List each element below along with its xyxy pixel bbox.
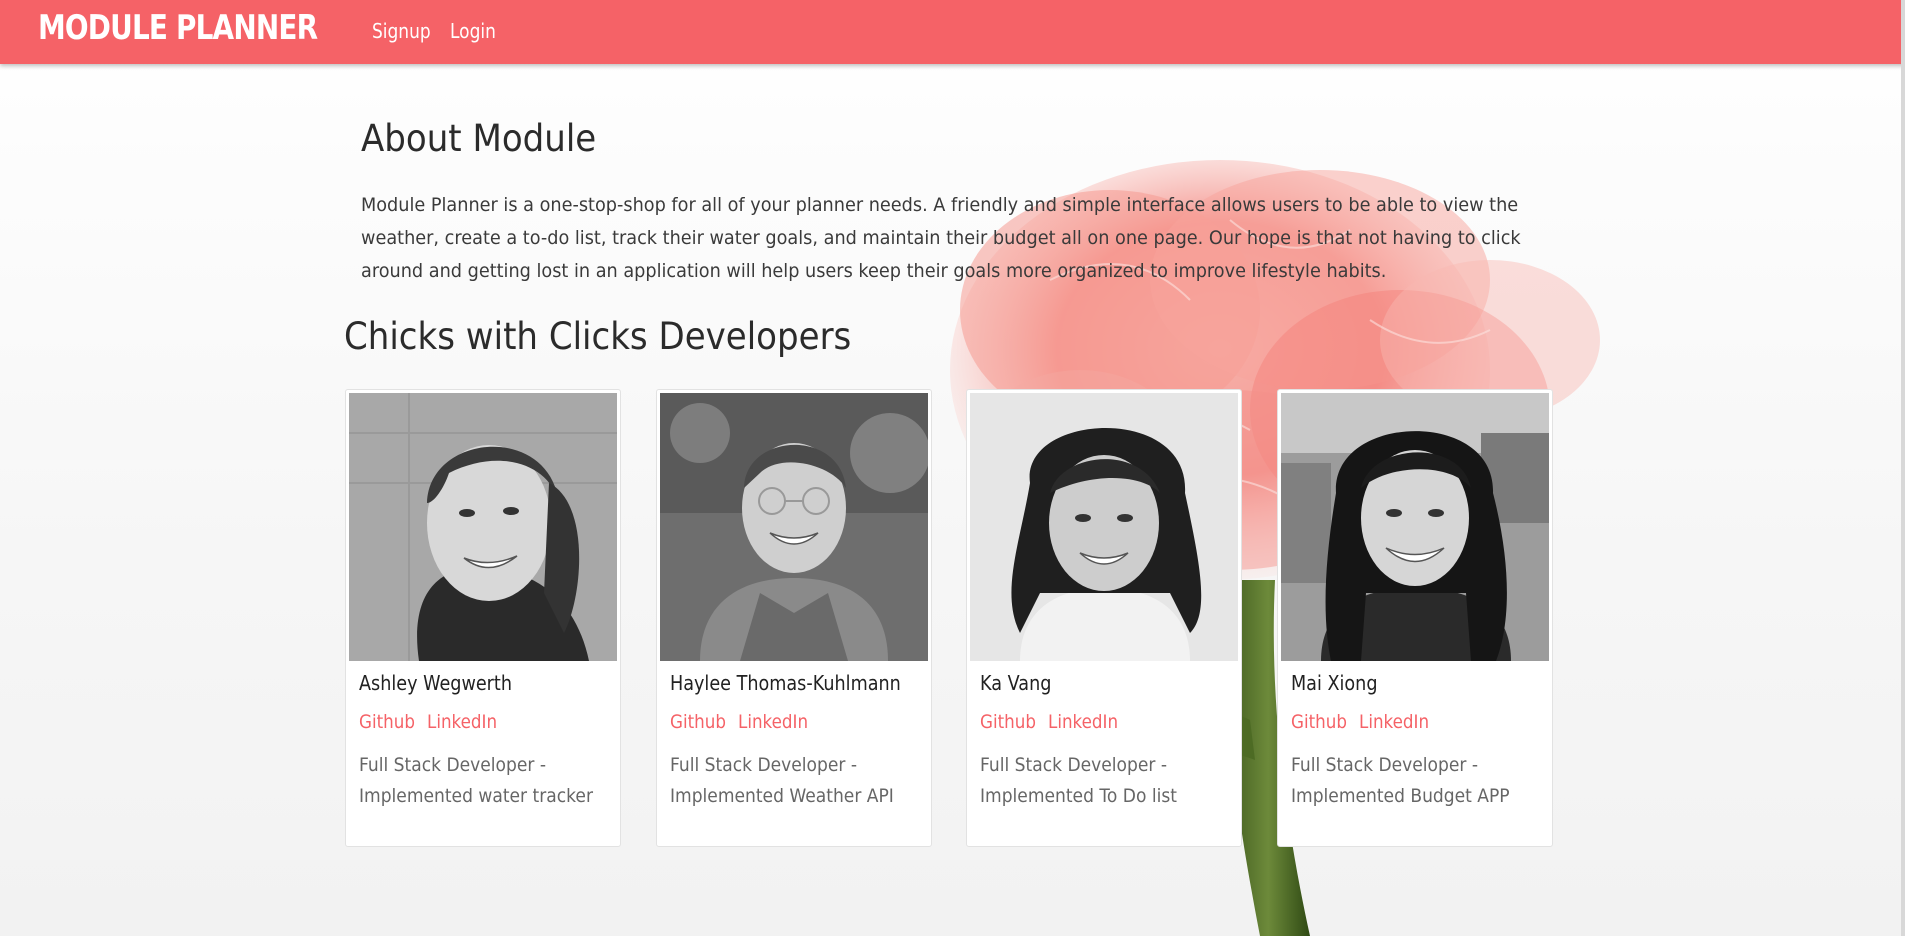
developer-name: Mai Xiong	[1291, 671, 1378, 695]
brand-logo-link[interactable]: MODULE PLANNER	[38, 6, 318, 50]
description-line: Full Stack Developer -	[980, 754, 1168, 776]
main-content: About Module Module Planner is a one-sto…	[0, 0, 1905, 936]
about-paragraph: Module Planner is a one-stop-shop for al…	[361, 194, 1521, 282]
developer-description: Full Stack Developer - Implemented Weath…	[670, 750, 895, 812]
description-line: Implemented Budget APP	[1291, 785, 1510, 807]
developer-card: Mai Xiong Github LinkedIn Full Stack Dev…	[1277, 389, 1553, 847]
developer-photo	[1281, 393, 1549, 661]
page-scrollbar[interactable]	[1901, 0, 1905, 936]
developer-description: Full Stack Developer - Implemented Budge…	[1291, 750, 1516, 812]
developer-photo	[660, 393, 928, 661]
developer-photo	[970, 393, 1238, 661]
linkedin-link[interactable]: LinkedIn	[1359, 710, 1429, 734]
developer-photo	[349, 393, 617, 661]
page: MODULE PLANNER Signup Login About Module…	[0, 0, 1905, 936]
github-link[interactable]: Github	[1291, 710, 1347, 734]
github-link[interactable]: Github	[670, 710, 726, 734]
description-line: Full Stack Developer -	[1291, 754, 1479, 776]
linkedin-link[interactable]: LinkedIn	[1048, 710, 1118, 734]
developer-name: Ashley Wegwerth	[359, 671, 512, 695]
developer-name: Haylee Thomas-Kuhlmann	[670, 671, 901, 695]
github-link[interactable]: Github	[980, 710, 1036, 734]
linkedin-link[interactable]: LinkedIn	[427, 710, 497, 734]
description-line: Implemented water tracker	[359, 785, 593, 807]
developer-name: Ka Vang	[980, 671, 1052, 695]
developer-description: Full Stack Developer - Implemented water…	[359, 750, 593, 812]
developer-card: Ka Vang Github LinkedIn Full Stack Devel…	[966, 389, 1242, 847]
description-line: Full Stack Developer -	[670, 754, 858, 776]
developer-description: Full Stack Developer - Implemented To Do…	[980, 750, 1205, 812]
nav-login-link[interactable]: Login	[450, 18, 496, 44]
nav-signup-link[interactable]: Signup	[372, 18, 431, 44]
about-heading: About Module	[361, 117, 597, 160]
developers-heading: Chicks with Clicks Developers	[344, 315, 852, 358]
navbar: MODULE PLANNER Signup Login	[0, 0, 1905, 64]
linkedin-link[interactable]: LinkedIn	[738, 710, 808, 734]
description-line: Implemented Weather API	[670, 785, 894, 807]
github-link[interactable]: Github	[359, 710, 415, 734]
description-line: Implemented To Do list	[980, 785, 1177, 807]
developer-card: Haylee Thomas-Kuhlmann Github LinkedIn F…	[656, 389, 932, 847]
description-line: Full Stack Developer -	[359, 754, 547, 776]
developer-card: Ashley Wegwerth Github LinkedIn Full Sta…	[345, 389, 621, 847]
